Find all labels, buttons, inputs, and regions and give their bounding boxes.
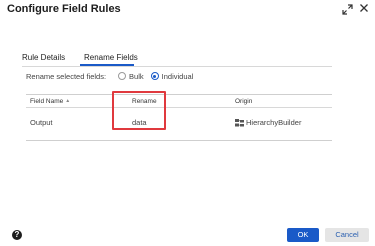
column-header-origin[interactable]: Origin xyxy=(235,98,252,105)
rename-mode-label: Rename selected fields: xyxy=(26,71,107,81)
header-divider xyxy=(26,107,332,108)
title-bar: Configure Field Rules xyxy=(0,0,375,20)
tab-bar: Rule Details Rename Fields xyxy=(22,53,332,67)
hierarchy-builder-icon xyxy=(235,118,244,126)
bulk-radio[interactable] xyxy=(118,72,127,80)
dialog-title: Configure Field Rules xyxy=(7,3,121,15)
origin-label: HierarchyBuilder xyxy=(246,118,302,127)
fields-table: Field Name ▲ Rename Origin Output data Hi… xyxy=(26,94,332,141)
close-icon[interactable] xyxy=(359,3,369,13)
tab-divider xyxy=(22,66,332,67)
cell-field-name: Output xyxy=(30,118,53,127)
configure-field-rules-dialog: Configure Field Rules Rule Details Renam… xyxy=(0,0,375,246)
individual-radio[interactable] xyxy=(150,72,159,80)
cancel-button[interactable]: Cancel xyxy=(325,228,369,242)
rename-mode-row: Rename selected fields: Bulk Individual xyxy=(26,71,200,81)
help-icon[interactable]: ? xyxy=(12,230,22,240)
cell-origin: HierarchyBuilder xyxy=(235,118,301,127)
bulk-radio-label[interactable]: Bulk xyxy=(129,72,144,81)
tab-rule-details[interactable]: Rule Details xyxy=(22,53,65,65)
ok-button[interactable]: OK xyxy=(287,228,319,242)
individual-radio-label[interactable]: Individual xyxy=(162,72,194,81)
column-header-field-name[interactable]: Field Name ▲ xyxy=(30,98,70,105)
column-header-label: Field Name xyxy=(30,98,64,105)
expand-icon[interactable] xyxy=(342,4,353,15)
rename-column-highlight xyxy=(112,91,166,130)
sort-up-icon: ▲ xyxy=(65,98,71,104)
